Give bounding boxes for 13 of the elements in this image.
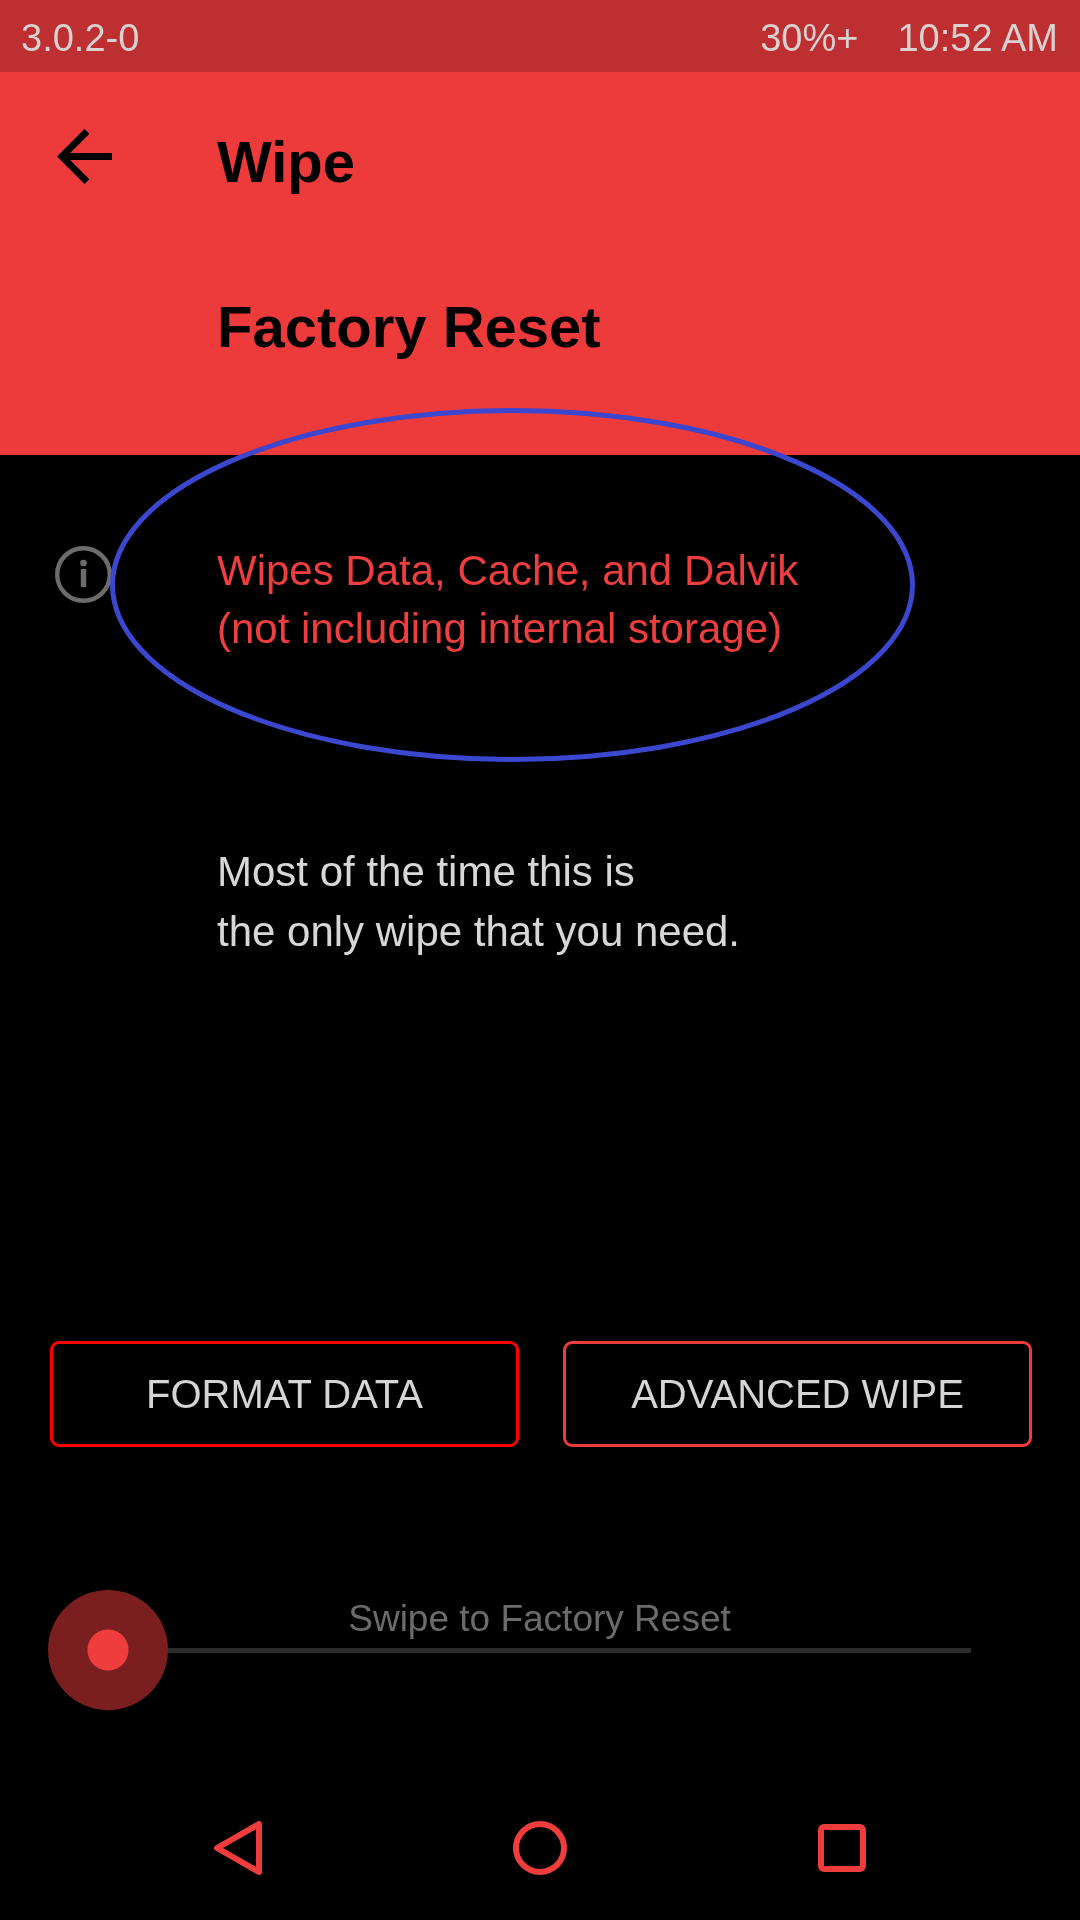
- back-arrow-icon: [57, 129, 112, 184]
- nav-home-icon[interactable]: [513, 1821, 567, 1875]
- nav-back-icon[interactable]: [213, 1820, 263, 1876]
- version-label: 3.0.2-0: [21, 18, 140, 57]
- nav-recent-apps-icon[interactable]: [818, 1824, 866, 1872]
- info-icon: [55, 546, 112, 603]
- action-button[interactable]: ADVANCED WIPE: [563, 1341, 1032, 1447]
- battery-percentage: 30%+: [760, 18, 859, 57]
- action-button[interactable]: FORMAT DATA: [50, 1341, 519, 1447]
- warning-text: Wipes Data, Cache, and Dalvik (not including internal storage): [217, 546, 799, 654]
- description-text: Most of the time this is the only wipe that you need.: [217, 847, 742, 957]
- clock-time: 10:52 AM: [897, 18, 1058, 57]
- swipe-slider[interactable]: Swipe to Factory Reset: [48, 1590, 971, 1710]
